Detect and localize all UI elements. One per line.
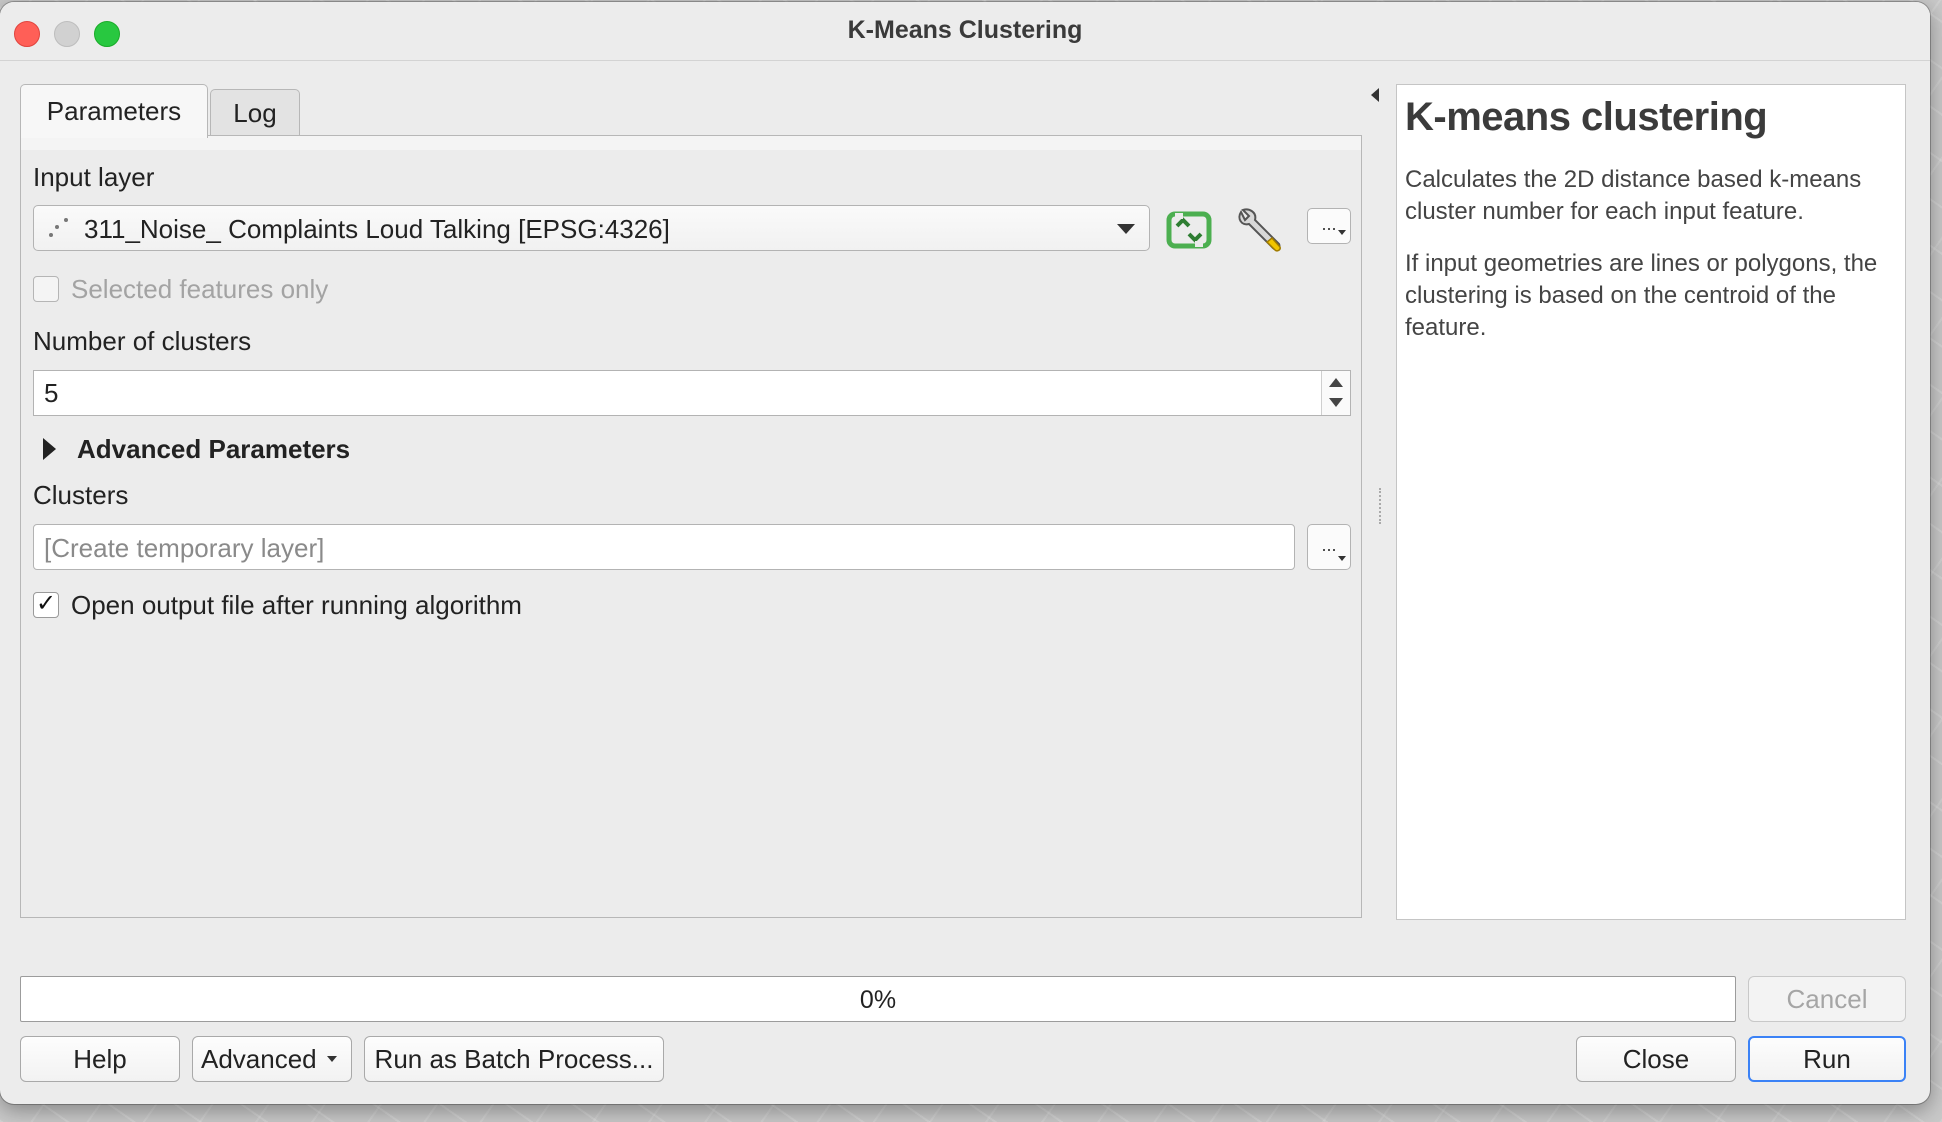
advanced-button-label: Advanced xyxy=(201,1043,317,1074)
help-panel: K-means clustering Calculates the 2D dis… xyxy=(1396,84,1906,920)
spin-down-icon[interactable] xyxy=(1329,398,1343,407)
advanced-dropdown-button[interactable]: Advanced xyxy=(192,1036,352,1082)
point-layer-icon xyxy=(49,218,68,237)
selected-features-only-label: Selected features only xyxy=(71,274,329,304)
tab-parameters[interactable]: Parameters xyxy=(20,84,208,138)
chevron-down-icon xyxy=(1117,224,1135,234)
parameters-panel: Input layer 311_Noise_ Complaints Loud T… xyxy=(20,135,1362,918)
spin-up-icon[interactable] xyxy=(1329,378,1343,387)
number-of-clusters-spinbox[interactable]: 5 xyxy=(33,370,1351,416)
help-paragraph: If input geometries are lines or polygon… xyxy=(1405,250,1878,341)
progress-label: 0% xyxy=(859,986,897,1014)
number-of-clusters-value: 5 xyxy=(44,378,59,408)
tab-log[interactable]: Log xyxy=(210,89,300,136)
help-button[interactable]: Help xyxy=(20,1036,180,1082)
clusters-output-options-button[interactable]: ... xyxy=(1307,524,1351,570)
run-as-batch-button[interactable]: Run as Batch Process... xyxy=(364,1036,664,1082)
chevron-down-icon xyxy=(326,1056,337,1062)
clusters-output-label: Clusters xyxy=(33,480,129,510)
open-output-label: Open output file after running algorithm xyxy=(71,590,522,620)
close-button[interactable]: Close xyxy=(1576,1036,1736,1082)
spin-buttons[interactable] xyxy=(1321,371,1350,415)
wrench-icon[interactable] xyxy=(1233,204,1289,254)
iterate-refresh-icon[interactable] xyxy=(1165,208,1213,252)
number-of-clusters-label: Number of clusters xyxy=(33,326,252,356)
help-title: K-means clustering xyxy=(1405,95,1768,139)
input-layer-combobox[interactable]: 311_Noise_ Complaints Loud Talking [EPSG… xyxy=(33,205,1150,251)
window-title: K-Means Clustering xyxy=(847,16,1083,44)
help-paragraph: Calculates the 2D distance based k-means… xyxy=(1405,166,1862,225)
collapse-help-icon[interactable] xyxy=(1371,88,1379,102)
dialog-window: K-Means Clustering Parameters Log Input … xyxy=(0,2,1930,1104)
input-layer-options-button[interactable]: ... xyxy=(1307,208,1351,244)
clusters-output-field[interactable] xyxy=(33,524,1295,570)
input-layer-label: Input layer xyxy=(33,162,155,192)
open-output-checkbox[interactable]: ✓ xyxy=(33,592,59,618)
cancel-button[interactable]: Cancel xyxy=(1748,976,1906,1022)
input-layer-value: 311_Noise_ Complaints Loud Talking [EPSG… xyxy=(84,214,670,244)
progress-bar: 0% xyxy=(20,976,1736,1022)
clusters-output-input[interactable] xyxy=(42,531,1286,565)
title-bar: K-Means Clustering xyxy=(0,2,1930,61)
run-button[interactable]: Run xyxy=(1748,1036,1906,1082)
selected-features-only-checkbox[interactable] xyxy=(33,276,59,302)
advanced-parameters-toggle[interactable]: Advanced Parameters xyxy=(77,434,350,465)
panel-splitter-handle[interactable] xyxy=(1379,488,1383,524)
expand-triangle-icon[interactable] xyxy=(43,438,56,460)
